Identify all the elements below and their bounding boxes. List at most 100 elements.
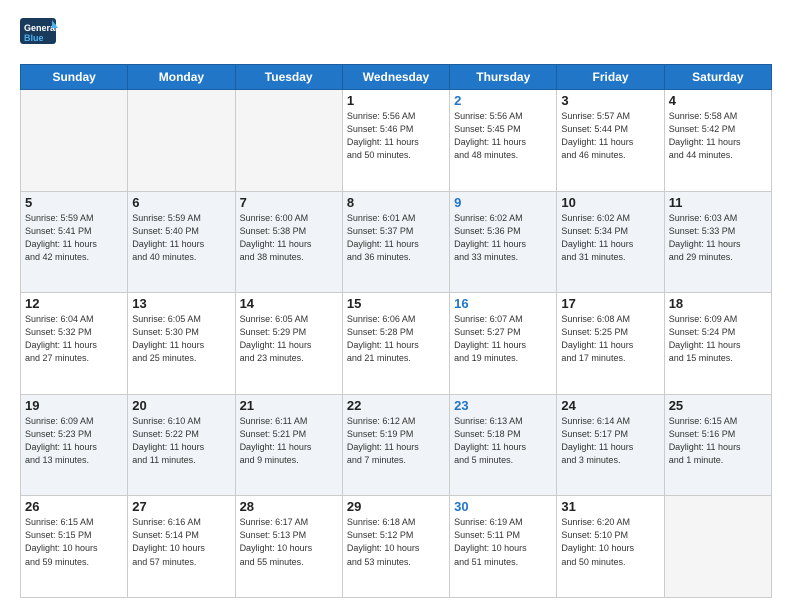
day-number: 15 (347, 296, 445, 311)
calendar-week-row: 26 Sunrise: 6:15 AM Sunset: 5:15 PM Dayli… (21, 496, 772, 598)
calendar-cell: 26 Sunrise: 6:15 AM Sunset: 5:15 PM Dayli… (21, 496, 128, 598)
calendar-cell: 31Sunrise: 6:20 AM Sunset: 5:10 PM Dayli… (557, 496, 664, 598)
page: General Blue SundayMondayTuesdayWednesda… (0, 0, 792, 612)
day-number: 4 (669, 93, 767, 108)
day-number: 3 (561, 93, 659, 108)
calendar-cell: 5 Sunrise: 5:59 AM Sunset: 5:41 PM Daylig… (21, 191, 128, 293)
day-info: Sunrise: 6:05 AM Sunset: 5:29 PM Dayligh… (240, 313, 338, 365)
calendar-cell: 11Sunrise: 6:03 AM Sunset: 5:33 PM Dayli… (664, 191, 771, 293)
calendar-cell: 2Sunrise: 5:56 AM Sunset: 5:45 PM Daylig… (450, 90, 557, 192)
day-info: Sunrise: 6:08 AM Sunset: 5:25 PM Dayligh… (561, 313, 659, 365)
day-info: Sunrise: 6:07 AM Sunset: 5:27 PM Dayligh… (454, 313, 552, 365)
day-info: Sunrise: 5:56 AM Sunset: 5:46 PM Dayligh… (347, 110, 445, 162)
calendar-cell: 10 Sunrise: 6:02 AM Sunset: 5:34 PM Dayli… (557, 191, 664, 293)
day-info: Sunrise: 6:15 AM Sunset: 5:16 PM Dayligh… (669, 415, 767, 467)
day-number: 23 (454, 398, 552, 413)
day-info: Sunrise: 6:16 AM Sunset: 5:14 PM Dayligh… (132, 516, 230, 568)
weekday-header-wednesday: Wednesday (342, 65, 449, 90)
weekday-header-saturday: Saturday (664, 65, 771, 90)
calendar-cell: 25Sunrise: 6:15 AM Sunset: 5:16 PM Dayli… (664, 394, 771, 496)
weekday-header-monday: Monday (128, 65, 235, 90)
calendar-cell: 3 Sunrise: 5:57 AM Sunset: 5:44 PM Daylig… (557, 90, 664, 192)
day-info: Sunrise: 6:19 AM Sunset: 5:11 PM Dayligh… (454, 516, 552, 568)
calendar-cell: 16 Sunrise: 6:07 AM Sunset: 5:27 PM Dayli… (450, 293, 557, 395)
calendar-cell: 9 Sunrise: 6:02 AM Sunset: 5:36 PM Daylig… (450, 191, 557, 293)
day-info: Sunrise: 6:17 AM Sunset: 5:13 PM Dayligh… (240, 516, 338, 568)
day-info: Sunrise: 6:00 AM Sunset: 5:38 PM Dayligh… (240, 212, 338, 264)
calendar-cell: 21 Sunrise: 6:11 AM Sunset: 5:21 PM Dayli… (235, 394, 342, 496)
calendar-cell: 14 Sunrise: 6:05 AM Sunset: 5:29 PM Dayli… (235, 293, 342, 395)
day-info: Sunrise: 6:05 AM Sunset: 5:30 PM Dayligh… (132, 313, 230, 365)
day-info: Sunrise: 6:06 AM Sunset: 5:28 PM Dayligh… (347, 313, 445, 365)
day-number: 16 (454, 296, 552, 311)
day-info: Sunrise: 6:20 AM Sunset: 5:10 PM Dayligh… (561, 516, 659, 568)
calendar-cell: 23Sunrise: 6:13 AM Sunset: 5:18 PM Dayli… (450, 394, 557, 496)
day-info: Sunrise: 6:15 AM Sunset: 5:15 PM Dayligh… (25, 516, 123, 568)
calendar-cell: 7 Sunrise: 6:00 AM Sunset: 5:38 PM Daylig… (235, 191, 342, 293)
calendar-week-row: 1 Sunrise: 5:56 AM Sunset: 5:46 PM Daylig… (21, 90, 772, 192)
calendar-cell: 20 Sunrise: 6:10 AM Sunset: 5:22 PM Dayli… (128, 394, 235, 496)
day-number: 5 (25, 195, 123, 210)
calendar-cell: 6 Sunrise: 5:59 AM Sunset: 5:40 PM Daylig… (128, 191, 235, 293)
day-number: 21 (240, 398, 338, 413)
calendar-cell: 13 Sunrise: 6:05 AM Sunset: 5:30 PM Dayli… (128, 293, 235, 395)
calendar-cell (664, 496, 771, 598)
calendar-cell: 17 Sunrise: 6:08 AM Sunset: 5:25 PM Dayli… (557, 293, 664, 395)
header: General Blue (20, 18, 772, 54)
day-info: Sunrise: 5:59 AM Sunset: 5:40 PM Dayligh… (132, 212, 230, 264)
day-number: 17 (561, 296, 659, 311)
weekday-header-friday: Friday (557, 65, 664, 90)
day-number: 13 (132, 296, 230, 311)
day-number: 9 (454, 195, 552, 210)
day-number: 8 (347, 195, 445, 210)
day-number: 2 (454, 93, 552, 108)
calendar-cell (21, 90, 128, 192)
day-number: 1 (347, 93, 445, 108)
day-info: Sunrise: 6:02 AM Sunset: 5:36 PM Dayligh… (454, 212, 552, 264)
calendar-table: SundayMondayTuesdayWednesdayThursdayFrid… (20, 64, 772, 598)
calendar-cell: 27 Sunrise: 6:16 AM Sunset: 5:14 PM Dayli… (128, 496, 235, 598)
calendar-cell: 18Sunrise: 6:09 AM Sunset: 5:24 PM Dayli… (664, 293, 771, 395)
day-number: 29 (347, 499, 445, 514)
day-number: 22 (347, 398, 445, 413)
day-number: 28 (240, 499, 338, 514)
calendar-cell: 28 Sunrise: 6:17 AM Sunset: 5:13 PM Dayli… (235, 496, 342, 598)
logo-icon: General Blue (20, 18, 58, 54)
day-info: Sunrise: 5:59 AM Sunset: 5:41 PM Dayligh… (25, 212, 123, 264)
calendar-cell: 29 Sunrise: 6:18 AM Sunset: 5:12 PM Dayli… (342, 496, 449, 598)
calendar-cell: 22 Sunrise: 6:12 AM Sunset: 5:19 PM Dayli… (342, 394, 449, 496)
day-number: 14 (240, 296, 338, 311)
day-number: 20 (132, 398, 230, 413)
day-info: Sunrise: 5:57 AM Sunset: 5:44 PM Dayligh… (561, 110, 659, 162)
calendar-cell: 15 Sunrise: 6:06 AM Sunset: 5:28 PM Dayli… (342, 293, 449, 395)
svg-text:Blue: Blue (24, 33, 44, 43)
day-number: 7 (240, 195, 338, 210)
calendar-cell: 24 Sunrise: 6:14 AM Sunset: 5:17 PM Dayli… (557, 394, 664, 496)
day-info: Sunrise: 6:12 AM Sunset: 5:19 PM Dayligh… (347, 415, 445, 467)
day-number: 12 (25, 296, 123, 311)
day-info: Sunrise: 6:14 AM Sunset: 5:17 PM Dayligh… (561, 415, 659, 467)
day-info: Sunrise: 6:10 AM Sunset: 5:22 PM Dayligh… (132, 415, 230, 467)
day-number: 24 (561, 398, 659, 413)
day-number: 10 (561, 195, 659, 210)
day-number: 11 (669, 195, 767, 210)
day-info: Sunrise: 6:04 AM Sunset: 5:32 PM Dayligh… (25, 313, 123, 365)
day-info: Sunrise: 6:18 AM Sunset: 5:12 PM Dayligh… (347, 516, 445, 568)
calendar-cell (235, 90, 342, 192)
day-info: Sunrise: 6:11 AM Sunset: 5:21 PM Dayligh… (240, 415, 338, 467)
weekday-header-thursday: Thursday (450, 65, 557, 90)
day-info: Sunrise: 6:02 AM Sunset: 5:34 PM Dayligh… (561, 212, 659, 264)
calendar-cell (128, 90, 235, 192)
calendar-cell: 12 Sunrise: 6:04 AM Sunset: 5:32 PM Dayli… (21, 293, 128, 395)
day-number: 26 (25, 499, 123, 514)
day-number: 30 (454, 499, 552, 514)
day-info: Sunrise: 5:58 AM Sunset: 5:42 PM Dayligh… (669, 110, 767, 162)
weekday-header-sunday: Sunday (21, 65, 128, 90)
calendar-cell: 8Sunrise: 6:01 AM Sunset: 5:37 PM Daylig… (342, 191, 449, 293)
calendar-cell: 1 Sunrise: 5:56 AM Sunset: 5:46 PM Daylig… (342, 90, 449, 192)
calendar-cell: 19Sunrise: 6:09 AM Sunset: 5:23 PM Dayli… (21, 394, 128, 496)
calendar-week-row: 12 Sunrise: 6:04 AM Sunset: 5:32 PM Dayli… (21, 293, 772, 395)
logo: General Blue (20, 18, 58, 54)
day-number: 27 (132, 499, 230, 514)
day-number: 6 (132, 195, 230, 210)
